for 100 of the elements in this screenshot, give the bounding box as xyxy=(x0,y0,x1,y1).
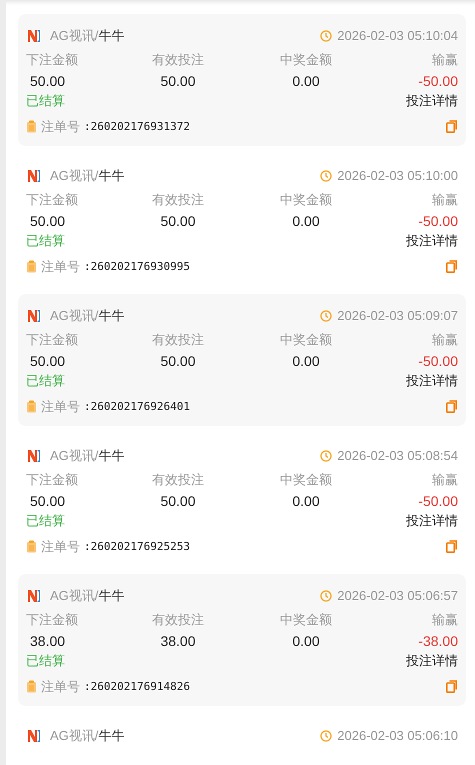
win-loss-amount: -50.00 xyxy=(417,352,458,371)
separator: / xyxy=(94,307,98,326)
order-number: :260202176930995 xyxy=(84,258,190,274)
record-card[interactable]: AG视讯/牛牛 2026-02-03 05:09:07 下注金额 有效投注 中奖金额 输赢 50.00 50.00 0.00 -50.00 已结算 投注详情 注单号 :260202176926401 xyxy=(18,294,466,426)
platform-label: AG视讯 xyxy=(50,27,95,46)
game-label: 牛牛 xyxy=(98,587,124,606)
column-label: 有效投注 xyxy=(151,471,205,489)
column-label: 输赢 xyxy=(431,331,458,349)
bet-amount: 50.00 xyxy=(29,72,66,91)
bet-amount: 38.00 xyxy=(29,632,66,651)
game-label: 牛牛 xyxy=(98,727,124,746)
record-card[interactable]: AG视讯/牛牛 2026-02-03 05:06:10 xyxy=(18,714,466,765)
column-label: 中奖金额 xyxy=(279,611,333,629)
platform-label: AG视讯 xyxy=(50,307,95,326)
order-number: :260202176931372 xyxy=(84,118,190,134)
timestamp: 2026-02-03 05:06:10 xyxy=(337,727,458,746)
game-label: 牛牛 xyxy=(98,27,124,46)
column-label: 下注金额 xyxy=(26,51,79,69)
copy-icon[interactable] xyxy=(446,400,458,414)
record-card[interactable]: AG视讯/牛牛 2026-02-03 05:10:00 下注金额 有效投注 中奖金额 输赢 50.00 50.00 0.00 -50.00 已结算 投注详情 注单号 :260202176930995 xyxy=(18,154,466,286)
column-label: 下注金额 xyxy=(26,611,79,629)
column-label: 输赢 xyxy=(431,471,458,489)
column-label: 下注金额 xyxy=(26,331,79,349)
clipboard-icon xyxy=(26,680,37,694)
bet-amount: 50.00 xyxy=(29,212,66,231)
separator: / xyxy=(94,27,98,46)
order-label: 注单号 xyxy=(41,258,80,276)
order-label: 注单号 xyxy=(41,118,80,136)
timestamp: 2026-02-03 05:09:07 xyxy=(337,307,458,326)
column-label: 有效投注 xyxy=(151,191,205,209)
bet-details-link[interactable]: 投注详情 xyxy=(406,652,458,670)
logo-icon xyxy=(26,588,42,604)
win-loss-amount: -50.00 xyxy=(417,72,458,91)
clock-icon xyxy=(320,310,332,322)
payout-amount: 0.00 xyxy=(291,492,321,511)
column-label: 有效投注 xyxy=(151,51,205,69)
column-label: 中奖金额 xyxy=(279,191,333,209)
bet-amount: 50.00 xyxy=(29,492,66,511)
clock-icon xyxy=(320,450,332,462)
bet-details-link[interactable]: 投注详情 xyxy=(406,512,458,530)
status-label: 已结算 xyxy=(26,512,65,530)
bet-details-link[interactable]: 投注详情 xyxy=(406,372,458,390)
bet-amount: 50.00 xyxy=(29,352,66,371)
record-card[interactable]: AG视讯/牛牛 2026-02-03 05:06:57 下注金额 有效投注 中奖金额 输赢 38.00 38.00 0.00 -38.00 已结算 投注详情 注单号 :260202176914826 xyxy=(18,574,466,706)
order-number: :260202176914826 xyxy=(84,678,190,694)
separator: / xyxy=(94,587,98,606)
win-loss-amount: -50.00 xyxy=(417,492,458,511)
column-label: 中奖金额 xyxy=(279,51,333,69)
copy-icon[interactable] xyxy=(446,680,458,694)
column-label: 中奖金额 xyxy=(279,471,333,489)
column-label: 输赢 xyxy=(431,611,458,629)
order-label: 注单号 xyxy=(41,538,80,556)
record-card[interactable]: AG视讯/牛牛 2026-02-03 05:10:04 下注金额 有效投注 中奖金额 输赢 50.00 50.00 0.00 -50.00 已结算 投注详情 注单号 :260202176931372 xyxy=(18,14,466,146)
game-label: 牛牛 xyxy=(98,447,124,466)
valid-bet: 50.00 xyxy=(159,212,197,231)
separator: / xyxy=(94,727,98,746)
platform-label: AG视讯 xyxy=(50,167,95,186)
game-label: 牛牛 xyxy=(98,167,124,186)
column-label: 输赢 xyxy=(431,51,458,69)
logo-icon xyxy=(26,448,42,464)
platform-label: AG视讯 xyxy=(50,587,95,606)
payout-amount: 0.00 xyxy=(291,72,321,91)
column-label: 下注金额 xyxy=(26,471,79,489)
status-label: 已结算 xyxy=(26,652,65,670)
column-label: 有效投注 xyxy=(151,611,205,629)
logo-icon xyxy=(26,28,42,44)
timestamp: 2026-02-03 05:08:54 xyxy=(337,447,458,466)
clipboard-icon xyxy=(26,400,37,414)
logo-icon xyxy=(26,168,42,184)
timestamp: 2026-02-03 05:10:00 xyxy=(337,167,458,186)
timestamp: 2026-02-03 05:10:04 xyxy=(337,27,458,46)
platform-label: AG视讯 xyxy=(50,447,95,466)
status-label: 已结算 xyxy=(26,92,65,110)
game-label: 牛牛 xyxy=(98,307,124,326)
timestamp: 2026-02-03 05:06:57 xyxy=(337,587,458,606)
platform-label: AG视讯 xyxy=(50,727,95,746)
copy-icon[interactable] xyxy=(446,120,458,134)
status-label: 已结算 xyxy=(26,232,65,250)
clipboard-icon xyxy=(26,120,37,134)
separator: / xyxy=(94,167,98,186)
record-card[interactable]: AG视讯/牛牛 2026-02-03 05:08:54 下注金额 有效投注 中奖金额 输赢 50.00 50.00 0.00 -50.00 已结算 投注详情 注单号 :260202176925253 xyxy=(18,434,466,566)
valid-bet: 50.00 xyxy=(159,492,197,511)
copy-icon[interactable] xyxy=(446,540,458,554)
logo-icon xyxy=(26,728,42,744)
logo-icon xyxy=(26,308,42,324)
copy-icon[interactable] xyxy=(446,260,458,274)
bet-details-link[interactable]: 投注详情 xyxy=(406,232,458,250)
separator: / xyxy=(94,447,98,466)
clock-icon xyxy=(320,730,332,742)
clock-icon xyxy=(320,170,332,182)
bet-details-link[interactable]: 投注详情 xyxy=(406,92,458,110)
order-label: 注单号 xyxy=(41,678,80,696)
valid-bet: 38.00 xyxy=(159,632,197,651)
column-label: 输赢 xyxy=(431,191,458,209)
order-number: :260202176926401 xyxy=(84,398,190,414)
payout-amount: 0.00 xyxy=(291,632,321,651)
column-label: 中奖金额 xyxy=(279,331,333,349)
column-label: 下注金额 xyxy=(26,191,79,209)
win-loss-amount: -38.00 xyxy=(417,632,458,651)
clipboard-icon xyxy=(26,540,37,554)
